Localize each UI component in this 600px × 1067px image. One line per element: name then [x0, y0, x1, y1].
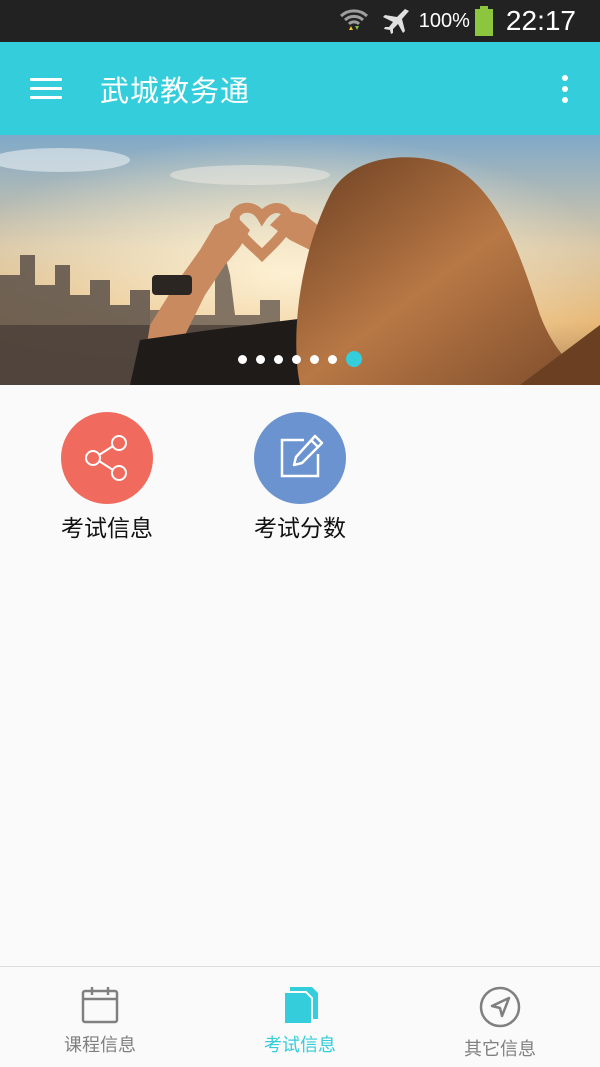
exam-info-label: 考试信息 — [61, 516, 153, 542]
nav-item-exam-info[interactable]: 考试信息 — [200, 967, 400, 1067]
carousel-indicator — [0, 351, 600, 367]
menu-icon — [30, 77, 62, 100]
nav-label-course-info: 课程信息 — [64, 1035, 136, 1056]
overflow-menu-button[interactable] — [530, 42, 600, 135]
exam-info-button[interactable]: 考试信息 — [27, 412, 187, 543]
nav-item-course-info[interactable]: 课程信息 — [0, 967, 200, 1067]
documents-icon — [283, 987, 318, 1025]
carousel-dot[interactable] — [238, 354, 247, 364]
more-vertical-icon — [562, 74, 568, 81]
app-title: 武城教务通 — [100, 73, 251, 108]
app-screen: 100% 22:17 武城教务通 考试信息 考试分数 课程信息 考试信息 其它信… — [0, 0, 600, 1067]
carousel-dot[interactable] — [328, 354, 337, 364]
nav-label-exam-info: 考试信息 — [264, 1035, 336, 1056]
app-bar: 武城教务通 — [0, 42, 600, 135]
carousel-dot[interactable] — [310, 354, 319, 364]
wifi-icon — [339, 6, 369, 36]
menu-button[interactable] — [0, 42, 92, 135]
airplane-mode-icon — [381, 7, 411, 35]
share-icon — [61, 412, 153, 504]
navigation-icon — [479, 986, 521, 1028]
battery-icon — [474, 6, 494, 36]
carousel-dot[interactable] — [256, 354, 265, 364]
status-time: 22:17 — [505, 5, 576, 36]
status-bar: 100% 22:17 — [0, 0, 600, 42]
bottom-navigation: 课程信息 考试信息 其它信息 — [0, 966, 600, 1067]
banner-carousel[interactable] — [0, 135, 600, 385]
nav-label-other-info: 其它信息 — [464, 1039, 536, 1060]
banner-image — [0, 135, 600, 385]
nav-item-other-info[interactable]: 其它信息 — [400, 967, 600, 1067]
carousel-dot[interactable] — [292, 354, 301, 364]
exam-score-button[interactable]: 考试分数 — [220, 412, 380, 543]
exam-score-label: 考试分数 — [254, 516, 346, 542]
carousel-dot-active[interactable] — [346, 351, 362, 367]
edit-icon — [254, 412, 346, 504]
calendar-icon — [81, 987, 119, 1024]
battery-percent: 100% — [418, 9, 470, 32]
carousel-dot[interactable] — [274, 354, 283, 364]
